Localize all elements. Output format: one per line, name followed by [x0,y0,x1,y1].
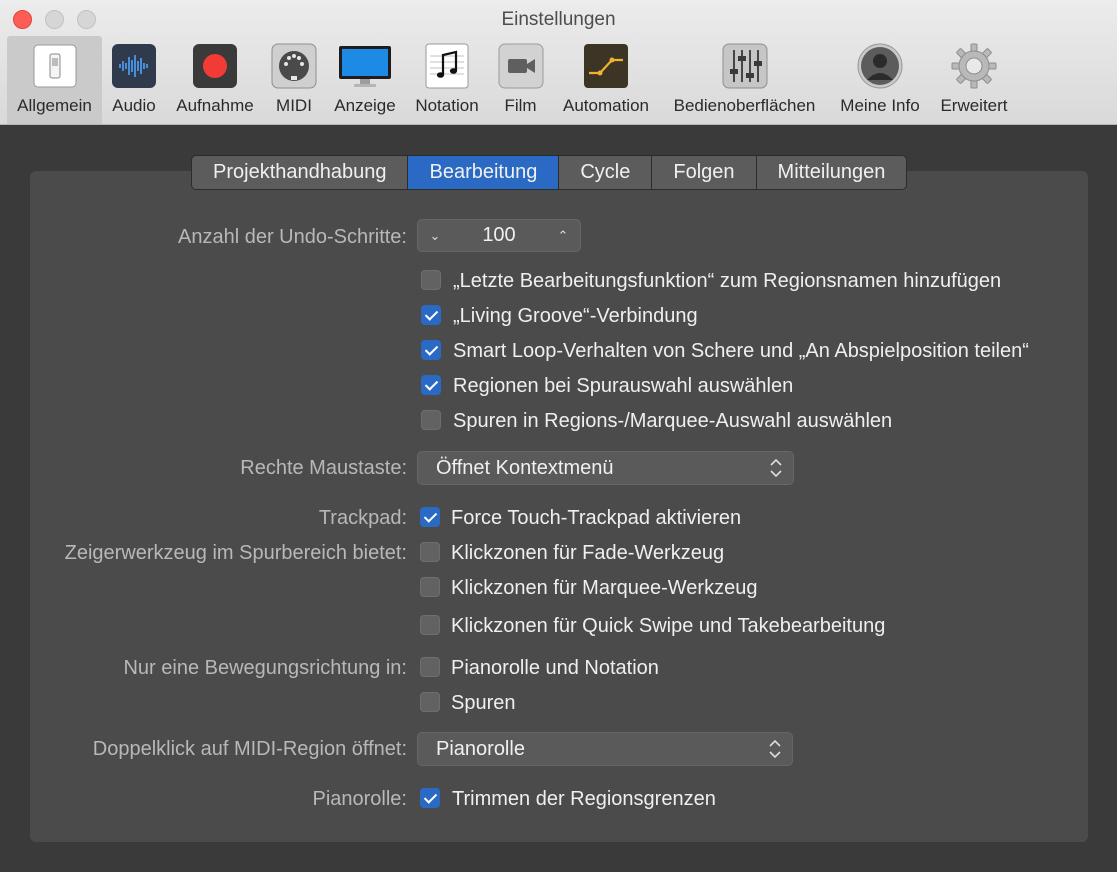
updown-chevron-icon [770,458,782,478]
waveform-icon [112,44,156,88]
user-icon [857,43,903,89]
toolbar-label: Meine Info [840,96,920,115]
checkbox-marquee-click-zones[interactable] [420,577,440,597]
checkbox-pianoroll-notation[interactable] [420,657,440,677]
checkbox-label: Force Touch-Trackpad aktivieren [451,507,742,529]
direction-label: Nur eine Bewegungsrichtung in: [123,657,407,679]
tab-projekthandhabung[interactable]: Projekthandhabung [192,156,409,189]
checkbox-label: Trimmen der Regionsgrenzen [452,788,716,810]
checkbox-label: Regionen bei Spurauswahl auswählen [453,375,794,397]
tab-folgen[interactable]: Folgen [652,156,757,189]
toolbar-label: MIDI [276,96,312,115]
tab-mitteilungen[interactable]: Mitteilungen [757,156,907,189]
preferences-window: Einstellungen Allgemein Audio Aufnahme M… [0,0,1117,872]
midi-plug-icon [271,43,317,89]
toolbar-item-audio[interactable]: Audio [105,36,163,124]
pointer-tool-label: Zeigerwerkzeug im Spurbereich bietet: [64,542,407,564]
toolbar-label: Allgemein [17,96,92,115]
right-mouse-popup[interactable]: Öffnet Kontextmenü [417,451,794,485]
toolbar-label: Film [504,96,537,115]
toolbar-item-film[interactable]: Film [493,36,548,124]
checkbox-label: Spuren in Regions-/Marquee-Auswahl auswä… [453,410,893,432]
toolbar-item-meine-info[interactable]: Meine Info [833,36,927,124]
toolbar-item-aufnahme[interactable]: Aufnahme [168,36,262,124]
toolbar-label: Erweitert [940,96,1008,115]
checkbox-label: Smart Loop-Verhalten von Schere und „An … [453,340,1029,362]
updown-chevron-icon [769,739,781,759]
checkbox-label: Klickzonen für Marquee-Werkzeug [451,577,758,599]
checkbox-trim-region-borders[interactable] [420,788,440,808]
checkbox-label: „Living Groove“-Verbindung [453,305,698,327]
switch-icon [33,44,76,88]
doubleclick-value: Pianorolle [436,738,525,760]
checkbox-select-tracks-in-marquee[interactable] [421,410,441,430]
undo-steps-label: Anzahl der Undo-Schritte: [177,226,407,248]
automation-icon [584,44,628,88]
toolbar-label: Bedienoberflächen [673,96,816,115]
doubleclick-label: Doppelklick auf MIDI-Region öffnet: [92,738,407,760]
checkbox-label: „Letzte Bearbeitungsfunktion“ zum Region… [453,270,1002,292]
checkbox-select-regions-on-track[interactable] [421,375,441,395]
toolbar-item-anzeige[interactable]: Anzeige [329,36,401,124]
toolbar-item-erweitert[interactable]: Erweitert [933,36,1015,124]
pianoroll-label: Pianorolle: [312,788,407,810]
window-title: Einstellungen [501,9,616,30]
checkbox-tracks-direction[interactable] [420,692,440,712]
record-icon [193,44,237,88]
checkbox-label: Klickzonen für Fade-Werkzeug [451,542,725,564]
checkbox-label: Pianorolle und Notation [451,657,659,679]
toolbar-item-midi[interactable]: MIDI [266,36,322,124]
toolbar-label: Automation [563,96,649,115]
faders-icon [722,43,767,89]
display-icon [339,46,391,87]
right-mouse-value: Öffnet Kontextmenü [436,457,614,479]
chevron-down-icon[interactable]: ⌄ [420,220,450,251]
right-mouse-label: Rechte Maustaste: [240,457,407,479]
toolbar-item-notation[interactable]: Notation [408,36,486,124]
checkbox-living-groove[interactable] [421,305,441,325]
music-note-icon [425,43,469,89]
checkbox-quick-swipe-click-zones[interactable] [420,615,440,635]
video-camera-icon [498,43,543,89]
undo-steps-value[interactable]: 100 [448,220,550,251]
chevron-up-icon[interactable]: ⌃ [548,220,578,251]
checkbox-label: Klickzonen für Quick Swipe und Takebearb… [451,615,886,637]
toolbar-item-bedienoberflaechen[interactable]: Bedienoberflächen [663,36,826,124]
trackpad-label: Trackpad: [318,507,407,529]
checkbox-fade-click-zones[interactable] [420,542,440,562]
checkbox-label: Spuren [451,692,516,714]
tab-bar: Projekthandhabung Bearbeitung Cycle Folg… [191,155,908,190]
tab-bearbeitung[interactable]: Bearbeitung [408,156,560,189]
doubleclick-popup[interactable]: Pianorolle [417,732,793,766]
checkbox-smart-loop[interactable] [421,340,441,360]
toolbar-item-automation[interactable]: Automation [554,36,658,124]
toolbar-label: Anzeige [334,96,396,115]
toolbar-label: Notation [415,96,479,115]
checkbox-last-edit-function[interactable] [421,270,441,290]
toolbar-item-allgemein[interactable]: Allgemein [7,36,102,124]
toolbar-label: Audio [112,96,156,115]
undo-steps-stepper[interactable]: ⌄ 100 ⌃ [417,219,581,252]
tab-cycle[interactable]: Cycle [559,156,653,189]
gear-icon [951,43,997,89]
checkbox-force-touch[interactable] [420,507,440,527]
toolbar-label: Aufnahme [176,96,254,115]
toolbar: Einstellungen Allgemein Audio Aufnahme M… [0,0,1117,125]
